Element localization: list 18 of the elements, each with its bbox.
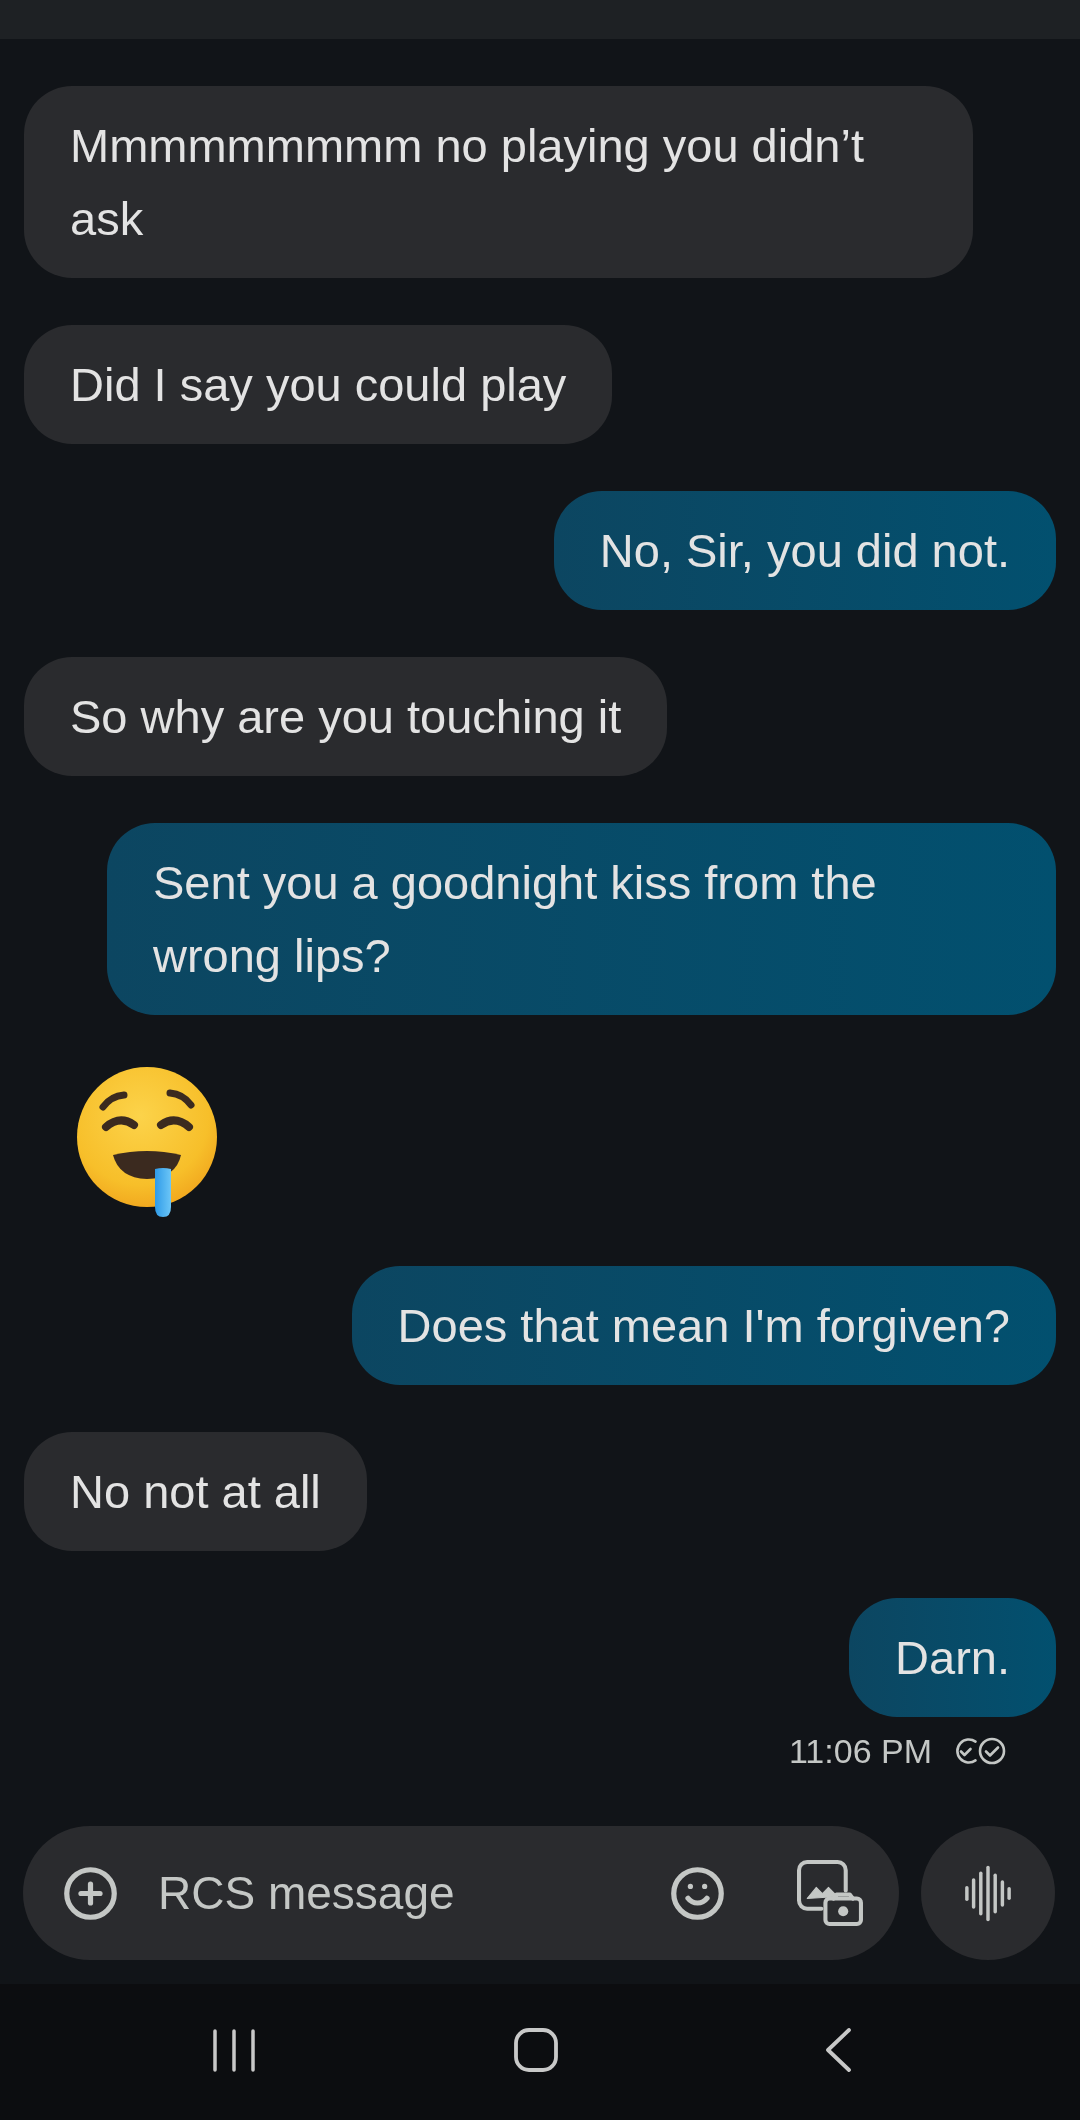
received-message: So why are you touching it	[24, 657, 668, 776]
smiley-face-icon	[669, 1864, 726, 1922]
received-message: Did I say you could play	[24, 325, 613, 444]
sent-message: No, Sir, you did not.	[553, 491, 1056, 610]
sent-message: Does that mean I'm forgiven?	[351, 1266, 1056, 1385]
message-input-field[interactable]: RCS message	[158, 1858, 645, 1928]
sent-message: Darn.	[849, 1598, 1056, 1717]
received-message: Mmmmmmmmm no playing you didn’t ask	[24, 86, 973, 278]
received-message: No not at all	[24, 1432, 367, 1551]
home-icon	[514, 2028, 558, 2072]
sent-message: Sent you a goodnight kiss from the wrong lips?	[107, 823, 1056, 1015]
plus-circle-icon	[62, 1864, 119, 1922]
recents-icon	[213, 2028, 255, 2072]
waveform-icon	[964, 1863, 1012, 1923]
back-icon	[824, 2028, 852, 2072]
compose-bar[interactable]: RCS message	[23, 1826, 899, 1960]
image-camera-icon	[797, 1859, 864, 1927]
message-timestamp: 11:06 PM	[789, 1731, 932, 1772]
